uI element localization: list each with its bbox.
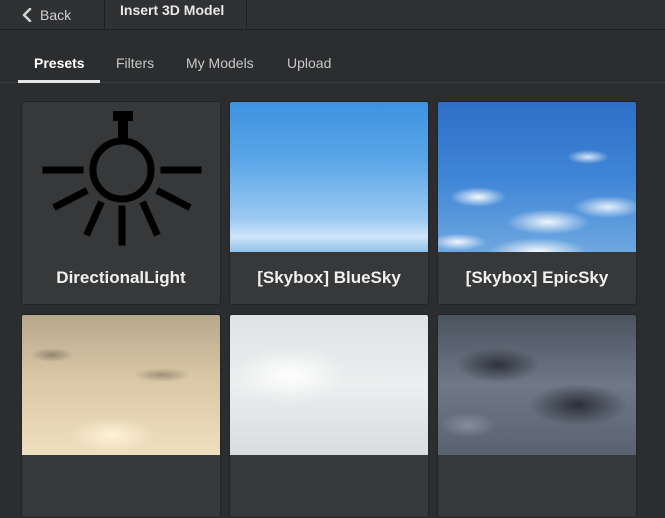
preset-label: [Skybox] BlueSky — [257, 268, 401, 287]
preset-card[interactable] — [229, 314, 429, 518]
preset-thumbnail — [230, 102, 428, 252]
tab-filters[interactable]: Filters — [116, 44, 154, 82]
preset-card-skybox-bluesky[interactable]: [Skybox] BlueSky — [229, 101, 429, 305]
preset-thumbnail — [438, 315, 636, 455]
light-bulb-icon — [22, 102, 220, 252]
back-label: Back — [40, 7, 72, 23]
active-tab-indicator — [18, 80, 100, 83]
top-bar: Back Insert 3D Model — [0, 0, 665, 30]
preset-card-skybox-epicsky[interactable]: [Skybox] EpicSky — [437, 101, 637, 305]
tab-bar: Presets Filters My Models Upload — [0, 44, 665, 83]
back-button[interactable]: Back — [22, 0, 71, 30]
tab-my-models[interactable]: My Models — [186, 44, 254, 82]
preset-thumbnail — [438, 102, 636, 252]
tab-presets[interactable]: Presets — [34, 44, 85, 82]
preset-label — [230, 465, 428, 517]
preset-label — [22, 465, 220, 517]
preset-card[interactable] — [21, 314, 221, 518]
page-title: Insert 3D Model — [120, 2, 225, 18]
tab-upload[interactable]: Upload — [287, 44, 331, 82]
header-divider — [246, 0, 247, 30]
preset-label: [Skybox] EpicSky — [465, 268, 609, 287]
preset-thumbnail — [230, 315, 428, 455]
preset-label: DirectionalLight — [56, 268, 186, 287]
preset-thumbnail — [22, 315, 220, 455]
chevron-left-icon — [22, 8, 32, 22]
header-divider — [104, 0, 105, 30]
preset-card-directional-light[interactable]: DirectionalLight — [21, 101, 221, 305]
preset-card[interactable] — [437, 314, 637, 518]
preset-label — [438, 465, 636, 517]
